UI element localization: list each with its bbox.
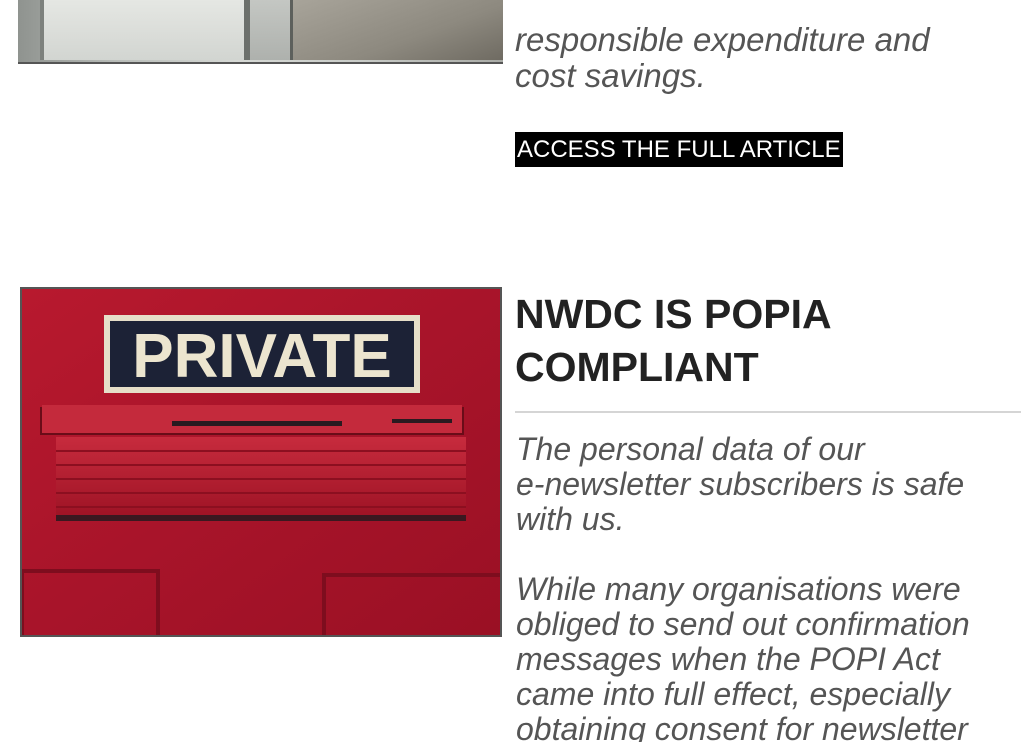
article-image-building-entrance <box>18 0 503 64</box>
title-divider <box>515 411 1021 413</box>
title-line: COMPLIANT <box>515 344 759 390</box>
worn-paint <box>172 421 342 426</box>
access-full-article-button[interactable]: ACCESS THE FULL ARTICLE <box>515 132 843 167</box>
sign-text: PRIVATE <box>132 322 392 391</box>
body-line: came into full effect, especially <box>516 676 950 712</box>
article-excerpt: responsible expenditure and responsible … <box>515 0 1015 94</box>
newsletter-page: responsible expenditure and responsible … <box>0 0 1026 742</box>
article-title: NWDC IS POPIA COMPLIANT <box>515 288 1020 394</box>
worn-paint <box>392 419 452 423</box>
excerpt-line: cost savings. <box>515 57 706 94</box>
private-door-illustration: PRIVATE <box>22 289 500 635</box>
body-line: While many organisations were <box>516 571 961 607</box>
body-line: obliged to send out confirmation <box>516 606 970 642</box>
slot-flap <box>56 437 466 517</box>
intro-line: with us. <box>516 501 625 537</box>
title-line: NWDC IS POPIA <box>515 291 832 337</box>
body-line: obtaining consent for newsletter <box>516 711 968 742</box>
flap-edge <box>56 515 466 521</box>
intro-line: e-newsletter subscribers is safe <box>516 466 965 502</box>
article-body: The personal data of our e-newsletter su… <box>516 432 1021 742</box>
door-frame-shape <box>250 0 294 60</box>
article-paragraph: While many organisations were obliged to… <box>516 572 1021 742</box>
article-image-private-mailbox: PRIVATE <box>20 287 502 637</box>
excerpt-line: responsible expenditure and <box>515 21 930 58</box>
floor-shape <box>293 0 503 60</box>
glass-door-shape <box>40 0 250 60</box>
body-line: messages when the POPI Act <box>516 641 940 677</box>
intro-line: The personal data of our <box>516 431 865 467</box>
article-intro: The personal data of our e-newsletter su… <box>516 432 1021 537</box>
